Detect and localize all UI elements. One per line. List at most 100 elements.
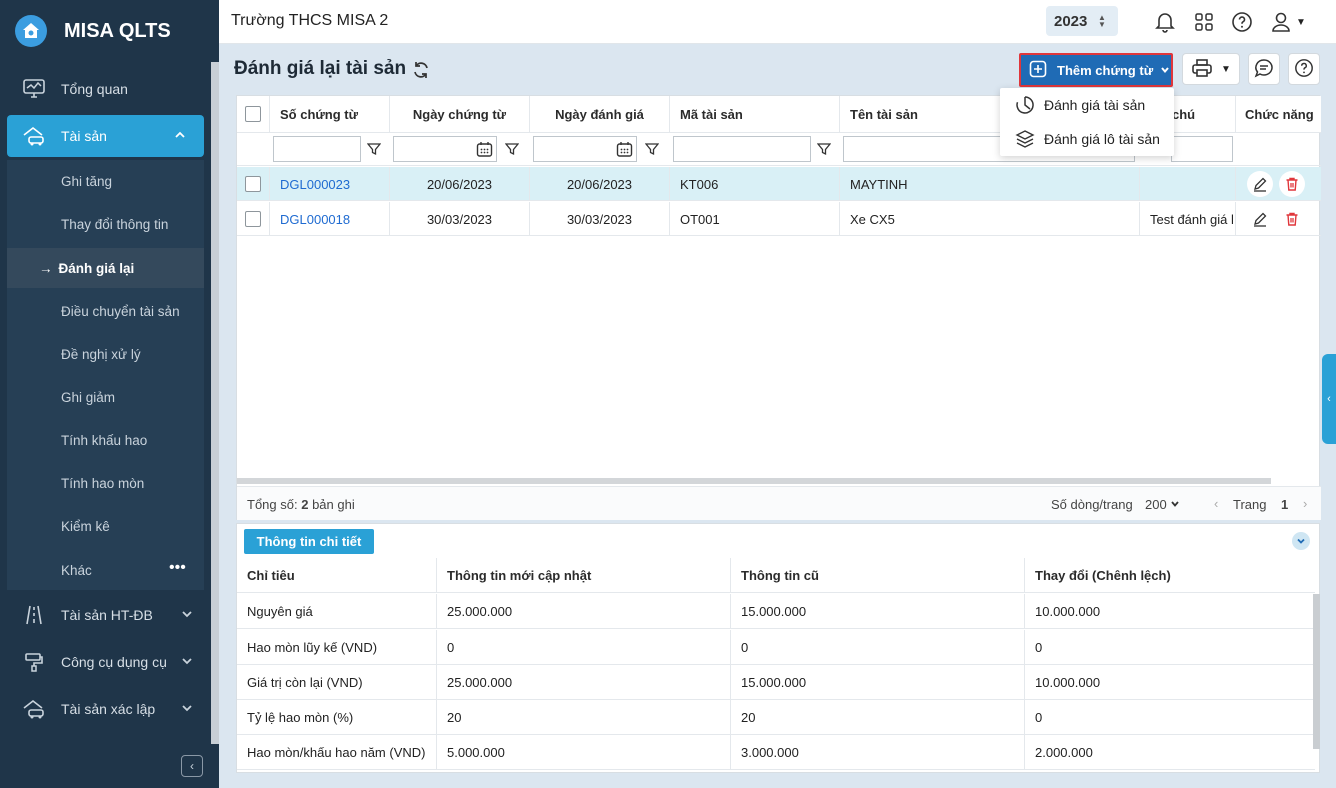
- filter-icon[interactable]: [362, 136, 386, 162]
- col-header-code[interactable]: Số chứng từ: [270, 96, 390, 132]
- add-voucher-button[interactable]: Thêm chứng từ: [1019, 53, 1173, 87]
- submenu-item-inventory[interactable]: Kiểm kê: [7, 506, 204, 546]
- asset-code-cell: KT006: [670, 167, 840, 201]
- chevron-up-icon: [174, 128, 186, 144]
- voucher-link[interactable]: DGL000018: [280, 212, 350, 227]
- caret-down-icon: ▼: [1296, 16, 1306, 28]
- year-selector[interactable]: 2023 ▲ ▼: [1046, 6, 1118, 36]
- col-header-doc-date[interactable]: Ngày chứng từ: [390, 96, 530, 132]
- collapse-sidebar-button[interactable]: ‹: [181, 755, 203, 777]
- detail-col-header: Thay đổi (Chênh lệch): [1035, 568, 1171, 583]
- sidebar-item-assets[interactable]: Tài sản: [7, 115, 204, 157]
- organization-name: Trường THCS MISA 2: [231, 12, 389, 29]
- sidebar-item-label: Tổng quan: [61, 81, 128, 97]
- trash-icon: [1286, 212, 1298, 226]
- help-icon[interactable]: [1230, 10, 1254, 34]
- sidebar: MISA QLTS Tổng quan Tài sản Ghi tăng Tha…: [0, 0, 219, 788]
- page-title: Đánh giá lại tài sản: [234, 58, 407, 79]
- arrow-right-icon: →: [39, 260, 53, 276]
- table-row[interactable]: DGL000018 30/03/2023 30/03/2023 OT001 Xe…: [237, 202, 1321, 236]
- submenu-item-proposal[interactable]: Đề nghị xử lý: [7, 334, 204, 374]
- note-filter-input[interactable]: [1171, 136, 1233, 162]
- page-help-button[interactable]: [1288, 53, 1320, 85]
- detail-cell: Hao mòn/khấu hao năm (VND): [237, 735, 437, 770]
- evaluate-icon: [1016, 96, 1034, 114]
- horizontal-scrollbar[interactable]: [237, 478, 1271, 484]
- submenu-item-other[interactable]: Khác •••: [7, 550, 204, 590]
- refresh-icon[interactable]: [411, 60, 431, 83]
- detail-cell: Tỷ lệ hao mòn (%): [237, 700, 437, 735]
- chevron-down-icon: [1160, 63, 1170, 78]
- delete-button[interactable]: [1279, 171, 1305, 197]
- user-menu[interactable]: ▼: [1268, 10, 1308, 34]
- col-header-eval-date[interactable]: Ngày đánh giá: [530, 96, 670, 132]
- delete-button[interactable]: [1279, 206, 1305, 232]
- detail-scrollbar[interactable]: [1313, 594, 1320, 749]
- voucher-link[interactable]: DGL000023: [280, 177, 350, 192]
- expand-side-panel-button[interactable]: ‹: [1322, 354, 1336, 444]
- total-records: Tổng số: 2 bản ghi: [247, 497, 355, 512]
- calendar-icon[interactable]: [476, 141, 493, 161]
- menu-item-evaluate-asset[interactable]: Đánh giá tài sản: [1000, 88, 1174, 122]
- calendar-icon[interactable]: [616, 141, 633, 161]
- submenu-item-change-info[interactable]: Thay đổi thông tin: [7, 204, 204, 244]
- filter-icon[interactable]: [640, 136, 664, 162]
- sidebar-item-label: Tài sản HT-ĐB: [61, 607, 153, 623]
- year-value: 2023: [1054, 12, 1088, 30]
- submenu-item-decrease[interactable]: Ghi giảm: [7, 377, 204, 417]
- edit-button[interactable]: [1247, 206, 1273, 232]
- detail-row: Hao mòn lũy kế (VND) 0 0 0: [237, 630, 1315, 665]
- table-row[interactable]: DGL000023 20/06/2023 20/06/2023 KT006 MA…: [237, 167, 1321, 201]
- sidebar-item-infrastructure[interactable]: Tài sản HT-ĐB: [0, 594, 211, 636]
- tab-detail-info[interactable]: Thông tin chi tiết: [244, 529, 374, 554]
- submenu-item-revaluation[interactable]: → Đánh giá lại: [7, 248, 204, 288]
- detail-cell: 3.000.000: [731, 735, 1025, 770]
- sidebar-item-tools[interactable]: Công cụ dụng cụ: [0, 641, 211, 683]
- prev-page-icon[interactable]: ‹: [1214, 496, 1218, 511]
- detail-cell: 10.000.000: [1035, 604, 1101, 619]
- print-button[interactable]: ▼: [1182, 53, 1240, 85]
- asset-name-cell: MAYTINH: [840, 167, 1140, 201]
- sidebar-scrollbar[interactable]: [211, 62, 219, 744]
- submenu-item-wear[interactable]: Tính hao mòn: [7, 463, 204, 503]
- submenu-item-transfer[interactable]: Điều chuyển tài sản: [7, 291, 204, 331]
- feedback-button[interactable]: [1248, 53, 1280, 85]
- house-car-icon: [22, 124, 46, 148]
- eval-date-filter-input[interactable]: [533, 136, 637, 162]
- submenu-item-depreciation[interactable]: Tính khấu hao: [7, 420, 204, 460]
- paint-roller-icon: [22, 650, 46, 674]
- bell-icon[interactable]: [1153, 10, 1177, 34]
- apps-grid-icon[interactable]: [1192, 10, 1216, 34]
- pencil-icon: [1254, 177, 1267, 192]
- edit-button[interactable]: [1247, 171, 1273, 197]
- row-checkbox[interactable]: [245, 211, 261, 227]
- spinner-icon: ▲ ▼: [1098, 13, 1106, 29]
- layers-icon: [1015, 130, 1035, 148]
- doc-date-filter-input[interactable]: [393, 136, 497, 162]
- code-filter-input[interactable]: [273, 136, 361, 162]
- detail-row: Hao mòn/khấu hao năm (VND) 5.000.000 3.0…: [237, 735, 1315, 770]
- submenu-item-increase[interactable]: Ghi tăng: [7, 161, 204, 201]
- menu-item-evaluate-batch[interactable]: Đánh giá lô tài sản: [1000, 122, 1174, 156]
- detail-cell: 0: [1035, 640, 1043, 655]
- sidebar-item-overview[interactable]: Tổng quan: [0, 68, 211, 110]
- asset-code-filter-input[interactable]: [673, 136, 811, 162]
- row-checkbox[interactable]: [245, 176, 261, 192]
- row-select-cell: [237, 202, 270, 236]
- sidebar-item-established[interactable]: Tài sản xác lập: [0, 688, 211, 730]
- add-voucher-label: Thêm chứng từ: [1057, 62, 1154, 78]
- trash-icon: [1286, 177, 1298, 191]
- detail-cell: 20: [437, 700, 731, 735]
- rows-per-page-select[interactable]: 200: [1145, 497, 1180, 512]
- col-header-asset-code[interactable]: Mã tài sản: [670, 96, 840, 132]
- filter-icon[interactable]: [500, 136, 524, 162]
- filter-icon[interactable]: [812, 136, 836, 162]
- app-logo-icon: [15, 15, 47, 47]
- detail-cell: 15.000.000: [731, 665, 1025, 700]
- next-page-icon[interactable]: ›: [1303, 496, 1307, 511]
- detail-cell: 15.000.000: [731, 594, 1025, 629]
- select-all-checkbox[interactable]: [245, 106, 261, 122]
- detail-header-row: Chỉ tiêu Thông tin mới cập nhật Thông ti…: [237, 558, 1315, 593]
- sidebar-item-label: Tài sản xác lập: [61, 701, 156, 717]
- collapse-detail-icon[interactable]: [1292, 532, 1310, 550]
